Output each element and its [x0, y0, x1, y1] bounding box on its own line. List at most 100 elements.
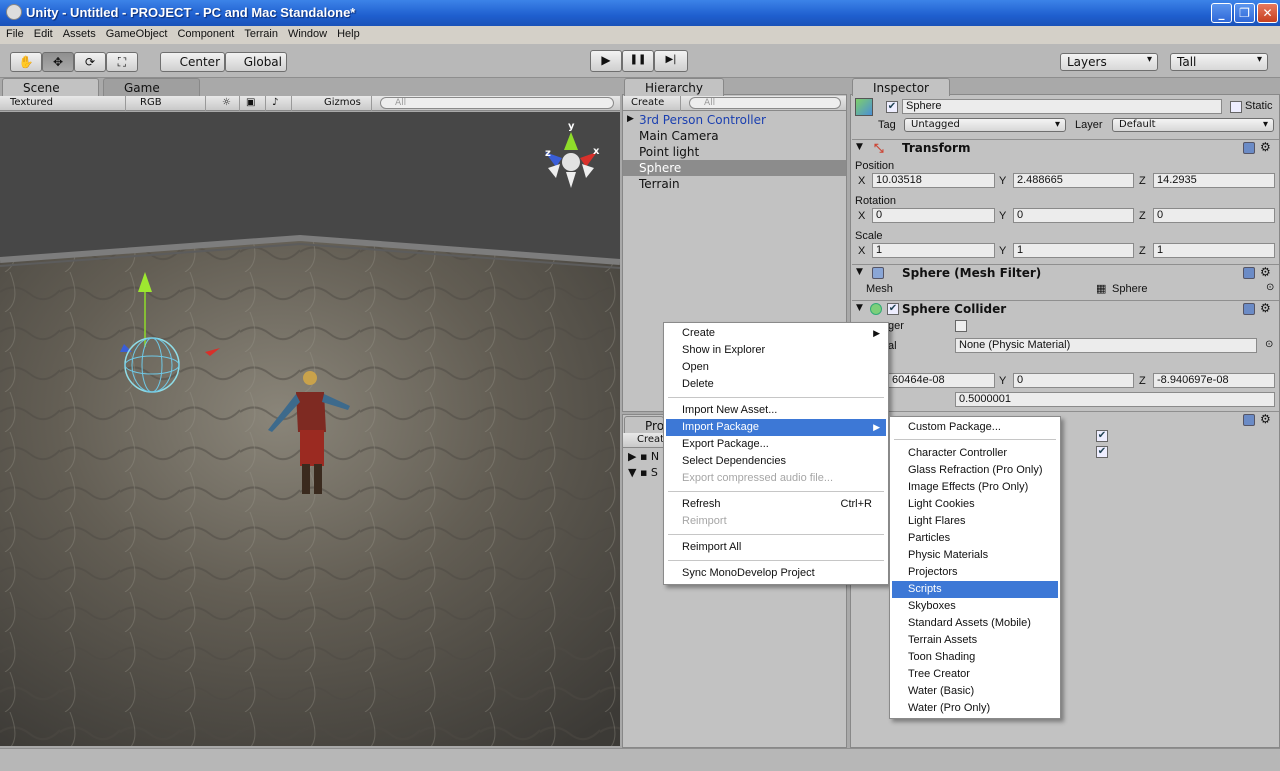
menu-window[interactable]: Window	[284, 26, 333, 44]
help-icon[interactable]	[1243, 303, 1255, 315]
menu-edit[interactable]: Edit	[30, 26, 59, 44]
tab-hierarchy[interactable]: Hierarchy	[624, 78, 724, 96]
sphere-collider-header[interactable]: ▼ ✔ Sphere Collider ⚙	[852, 300, 1279, 318]
mesh-filter-header[interactable]: ▼ Sphere (Mesh Filter) ⚙	[852, 264, 1279, 282]
material-field[interactable]: None (Physic Material)	[955, 338, 1257, 353]
menu-file[interactable]: File	[2, 26, 30, 44]
object-name-field[interactable]: Sphere	[902, 99, 1222, 114]
minimize-button[interactable]: _	[1211, 3, 1232, 23]
help-icon[interactable]	[1243, 267, 1255, 279]
menu-item-delete[interactable]: Delete	[666, 376, 886, 393]
menu-gameobject[interactable]: GameObject	[102, 26, 174, 44]
package-image-effects[interactable]: Image Effects (Pro Only)	[892, 479, 1058, 496]
menu-item-import-package[interactable]: Import Package ▶	[666, 419, 886, 436]
menu-item-create[interactable]: Create ▶	[666, 325, 886, 342]
maximize-button[interactable]: ❐	[1234, 3, 1255, 23]
scene-viewport[interactable]: y x z	[0, 112, 620, 746]
expand-arrow-icon[interactable]: ▶	[627, 114, 634, 124]
package-physic-materials[interactable]: Physic Materials	[892, 547, 1058, 564]
tab-inspector[interactable]: Inspector	[852, 78, 950, 96]
hierarchy-item-sphere[interactable]: Sphere	[639, 160, 681, 176]
menu-item-export-package[interactable]: Export Package...	[666, 436, 886, 453]
step-button[interactable]: ▶|	[654, 50, 688, 72]
collider-enabled-checkbox[interactable]: ✔	[887, 303, 899, 315]
pivot-center-button[interactable]: Center	[160, 52, 225, 72]
menu-item-refresh[interactable]: Refresh Ctrl+R	[666, 496, 886, 513]
scale-y-field[interactable]: 1	[1013, 243, 1134, 258]
hierarchy-item-point-light[interactable]: Point light	[639, 144, 699, 160]
space-global-button[interactable]: Global	[225, 52, 287, 72]
package-skyboxes[interactable]: Skyboxes	[892, 598, 1058, 615]
gear-icon[interactable]: ⚙	[1260, 412, 1271, 426]
scale-tool-button[interactable]: ⛶	[106, 52, 138, 72]
project-item-1[interactable]: ▶ ▪ N	[628, 450, 659, 466]
gear-icon[interactable]: ⚙	[1260, 140, 1271, 154]
rotation-z-field[interactable]: 0	[1153, 208, 1275, 223]
layers-dropdown[interactable]: Layers	[1060, 53, 1158, 71]
hierarchy-item-3rd-person-controller[interactable]: 3rd Person Controller	[639, 112, 766, 128]
menu-component[interactable]: Component	[173, 26, 240, 44]
scale-z-field[interactable]: 1	[1153, 243, 1275, 258]
menu-assets[interactable]: Assets	[59, 26, 102, 44]
help-icon[interactable]	[1243, 142, 1255, 154]
collapse-arrow-icon[interactable]: ▼	[856, 303, 863, 313]
close-button[interactable]: ✕	[1257, 3, 1278, 23]
component-checkbox[interactable]: ✔	[1096, 430, 1108, 442]
move-tool-button[interactable]: ✥	[42, 52, 74, 72]
package-light-cookies[interactable]: Light Cookies	[892, 496, 1058, 513]
help-icon[interactable]	[1243, 414, 1255, 426]
position-y-field[interactable]: 2.488665	[1013, 173, 1134, 188]
hierarchy-item-main-camera[interactable]: Main Camera	[639, 128, 719, 144]
menu-item-reimport-all[interactable]: Reimport All	[666, 539, 886, 556]
hand-tool-button[interactable]: ✋	[10, 52, 42, 72]
transform-header[interactable]: ▼ ⤡ Transform ⚙	[852, 139, 1279, 157]
package-tree-creator[interactable]: Tree Creator	[892, 666, 1058, 683]
hierarchy-create-dropdown[interactable]: Create	[627, 96, 681, 111]
project-item-2[interactable]: ▼ ▪ S	[628, 466, 659, 482]
tag-dropdown[interactable]: Untagged	[904, 118, 1066, 132]
package-particles[interactable]: Particles	[892, 530, 1058, 547]
center-x-field[interactable]: 60464e-08	[888, 373, 995, 388]
package-light-flares[interactable]: Light Flares	[892, 513, 1058, 530]
object-picker-icon[interactable]: ⊙	[1265, 339, 1273, 350]
package-toon-shading[interactable]: Toon Shading	[892, 649, 1058, 666]
object-picker-icon[interactable]: ⊙	[1266, 282, 1274, 293]
collapse-arrow-icon[interactable]: ▼	[856, 267, 863, 277]
active-checkbox[interactable]: ✔	[886, 101, 898, 113]
color-mode-dropdown[interactable]: RGB	[136, 96, 206, 111]
package-projectors[interactable]: Projectors	[892, 564, 1058, 581]
menu-item-open[interactable]: Open	[666, 359, 886, 376]
is-trigger-checkbox[interactable]	[955, 320, 967, 332]
position-x-field[interactable]: 10.03518	[872, 173, 995, 188]
scene-search-input[interactable]: All	[380, 97, 614, 109]
rotate-tool-button[interactable]: ⟳	[74, 52, 106, 72]
collapse-arrow-icon[interactable]: ▼	[856, 142, 863, 152]
rotation-y-field[interactable]: 0	[1013, 208, 1134, 223]
image-toggle-icon[interactable]: ▣	[242, 96, 266, 111]
menu-item-select-dependencies[interactable]: Select Dependencies	[666, 453, 886, 470]
mesh-value[interactable]: Sphere	[1112, 283, 1147, 295]
menu-item-import-new-asset[interactable]: Import New Asset...	[666, 402, 886, 419]
package-scripts[interactable]: Scripts	[892, 581, 1058, 598]
package-water-pro[interactable]: Water (Pro Only)	[892, 700, 1058, 717]
hierarchy-item-terrain[interactable]: Terrain	[639, 176, 680, 192]
position-z-field[interactable]: 14.2935	[1153, 173, 1275, 188]
menu-item-show-in-explorer[interactable]: Show in Explorer	[666, 342, 886, 359]
component-checkbox[interactable]: ✔	[1096, 446, 1108, 458]
tab-scene[interactable]: Scene	[2, 78, 99, 96]
rotation-x-field[interactable]: 0	[872, 208, 995, 223]
gear-icon[interactable]: ⚙	[1260, 301, 1271, 315]
package-glass-refraction[interactable]: Glass Refraction (Pro Only)	[892, 462, 1058, 479]
tab-project[interactable]: Pro	[624, 416, 664, 434]
layer-dropdown[interactable]: Default	[1112, 118, 1274, 132]
lighting-toggle-icon[interactable]: ☼	[218, 96, 240, 111]
package-terrain-assets[interactable]: Terrain Assets	[892, 632, 1058, 649]
package-character-controller[interactable]: Character Controller	[892, 445, 1058, 462]
pause-button[interactable]: ❚❚	[622, 50, 654, 72]
center-z-field[interactable]: -8.940697e-08	[1153, 373, 1275, 388]
gizmos-dropdown[interactable]: Gizmos	[320, 96, 372, 111]
radius-field[interactable]: 0.5000001	[955, 392, 1275, 407]
package-standard-assets-mobile[interactable]: Standard Assets (Mobile)	[892, 615, 1058, 632]
center-y-field[interactable]: 0	[1013, 373, 1134, 388]
menu-terrain[interactable]: Terrain	[240, 26, 284, 44]
